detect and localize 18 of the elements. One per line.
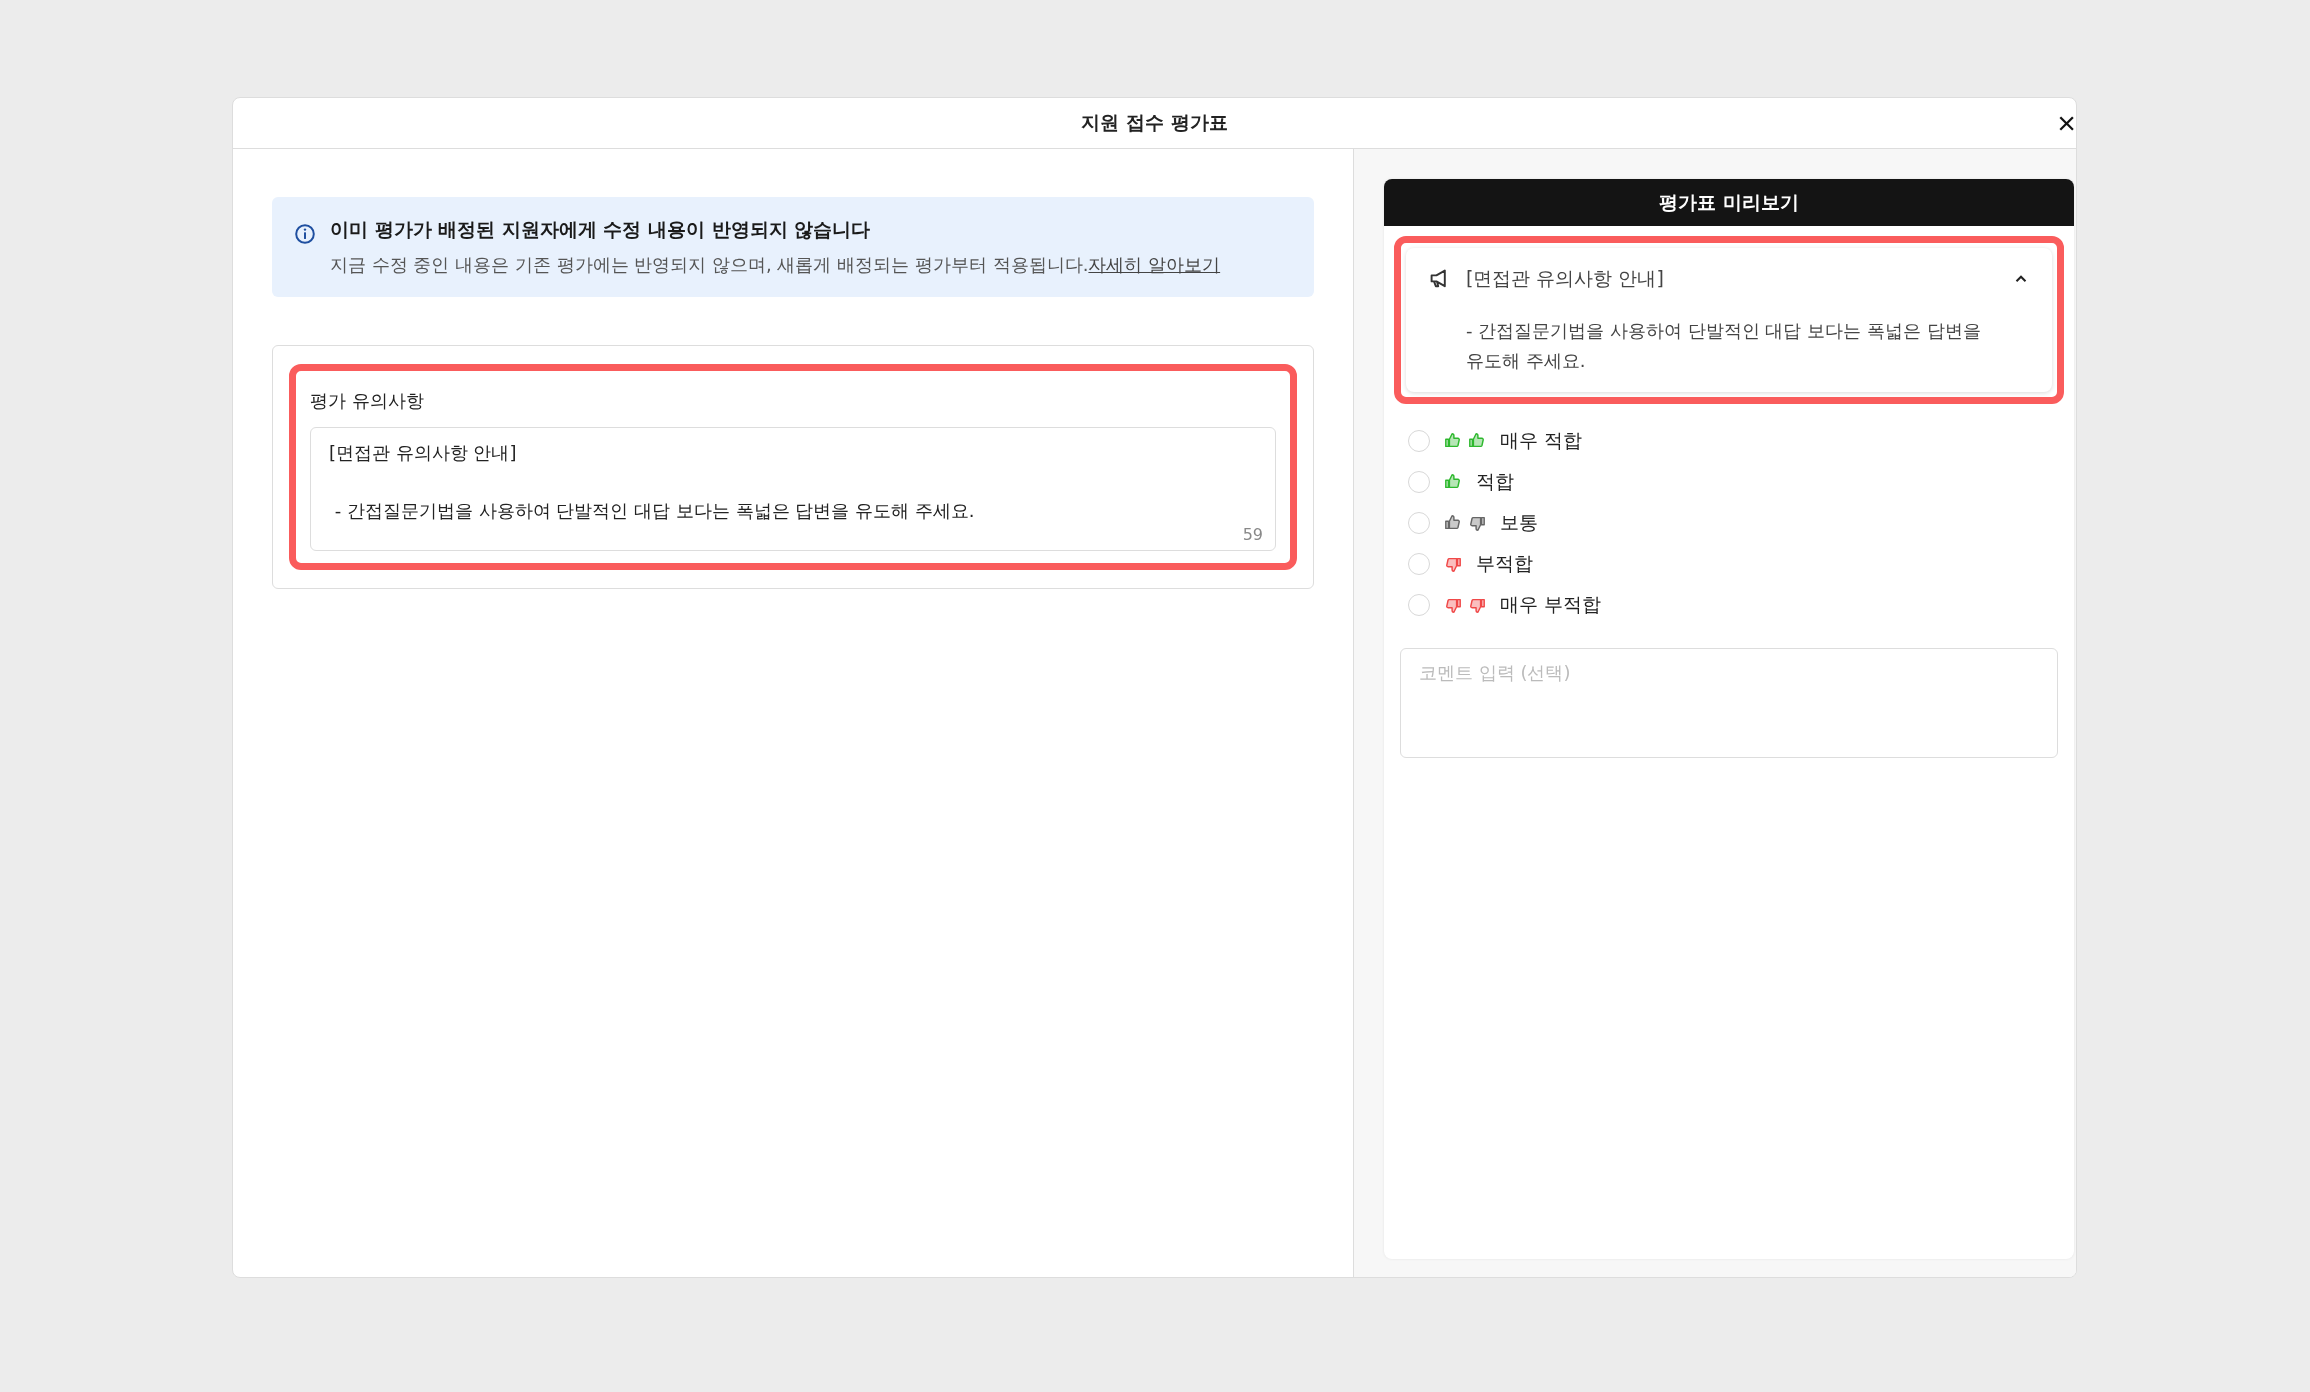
- character-count: 59: [1242, 525, 1263, 544]
- rating-label: 매우 적합: [1500, 428, 1583, 453]
- field-label: 평가 유의사항: [310, 389, 425, 413]
- notice-card-title: [면접관 유의사항 안내]: [1466, 266, 1665, 291]
- learn-more-link[interactable]: 자세히 알아보기: [1088, 254, 1221, 275]
- notice-title: 이미 평가가 배정된 지원자에게 수정 내용이 반영되지 않습니다: [330, 217, 872, 242]
- rating-label: 부적합: [1476, 551, 1533, 576]
- rating-label: 매우 부적합: [1500, 592, 1602, 617]
- notes-textarea[interactable]: [면접관 유의사항 안내] - 간접질문기법을 사용하여 단발적인 대답 보다는 폭넓은 답변을 유도해 주세요. 59: [310, 427, 1276, 551]
- rating-label: 보통: [1500, 510, 1538, 535]
- info-icon: [294, 223, 316, 245]
- comment-field[interactable]: 코멘트 입력 (선택): [1400, 648, 2058, 758]
- notice-text: 지금 수정 중인 내용은 기존 평가에는 반영되지 않으며, 새롭게 배정되는 평가부터 적용됩니다.자세히 알아보기: [330, 253, 1221, 277]
- notice-card-text: - 간접질문기법을 사용하여 단발적인 대답 보다는 폭넓은 답변을 유도해 주세요.: [1466, 319, 1982, 373]
- rating-label: 적합: [1476, 469, 1514, 494]
- close-button[interactable]: ×: [2053, 106, 2076, 140]
- dialog-title: 지원 접수 평가표: [1081, 110, 1228, 135]
- preview-header: 평가표 미리보기: [1384, 179, 2074, 226]
